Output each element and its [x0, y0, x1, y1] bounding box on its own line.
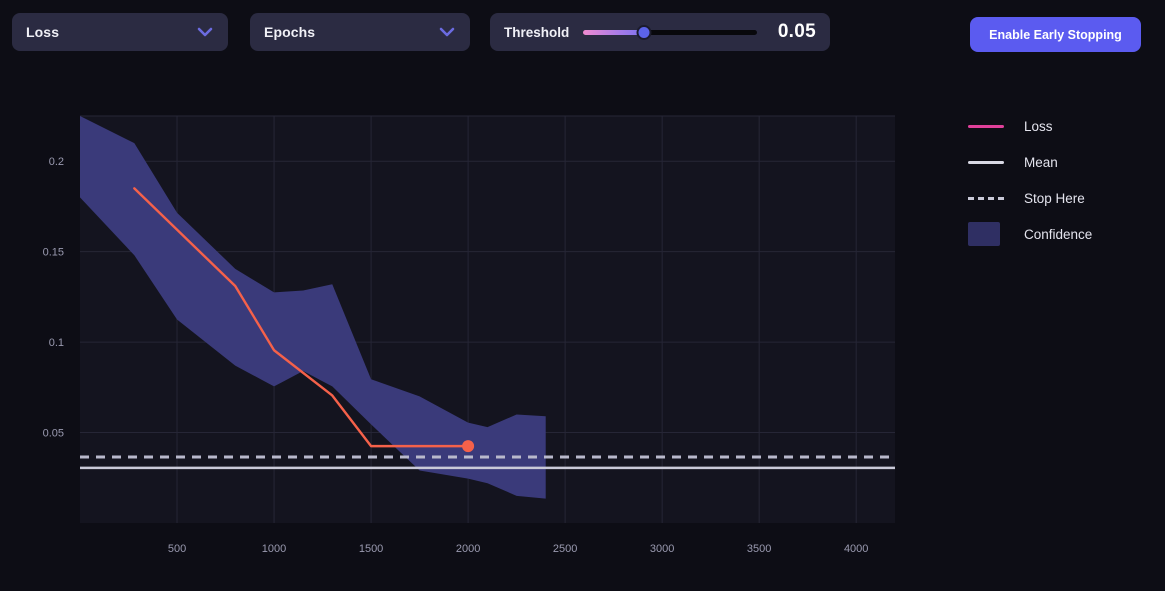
x-axis-tick-label: 3500 — [747, 543, 771, 555]
threshold-panel: Threshold 0.05 — [490, 13, 830, 51]
legend-marker — [968, 196, 1004, 200]
toolbar: Loss Epochs Threshold 0.05 Enable Early … — [0, 0, 1165, 68]
chart: 0.05 0.1 0.15 0.2 500 1000 1500 2000 2500 3000 350… — [0, 68, 940, 591]
legend-item-loss[interactable]: Loss — [968, 108, 1158, 144]
legend-item-confidence[interactable]: Confidence — [968, 216, 1158, 252]
slider-fill — [583, 29, 645, 35]
legend-marker — [968, 160, 1004, 164]
y-axis-tick-label: 0.15 — [43, 247, 64, 259]
xaxis-dropdown-value: Epochs — [264, 24, 316, 40]
legend-item-label: Stop Here — [1024, 190, 1085, 206]
chevron-down-icon — [192, 27, 218, 37]
legend-line-icon — [968, 116, 1004, 136]
legend-swatch-icon — [968, 222, 1004, 246]
legend-item-stop-here[interactable]: Stop Here — [968, 180, 1158, 216]
legend-dashed-line-icon — [968, 188, 1004, 208]
x-axis-tick-label: 4000 — [844, 543, 868, 555]
chart-canvas: 0.05 0.1 0.15 0.2 500 1000 1500 2000 2500 3000 350… — [43, 115, 895, 555]
legend-marker — [968, 124, 1004, 128]
legend-item-label: Loss — [1024, 118, 1053, 134]
chart-legend: Loss Mean Stop Here Confidence — [968, 108, 1158, 252]
enable-early-stopping-button[interactable]: Enable Early Stopping — [970, 17, 1141, 52]
metric-dropdown-value: Loss — [26, 24, 60, 40]
slider-thumb[interactable] — [636, 24, 652, 40]
x-axis-tick-label: 2000 — [456, 543, 480, 555]
legend-item-label: Mean — [1024, 154, 1058, 170]
threshold-value: 0.05 — [777, 21, 816, 42]
legend-line-icon — [968, 152, 1004, 172]
legend-item-label: Confidence — [1024, 226, 1093, 242]
y-axis-tick-label: 0.2 — [49, 156, 64, 168]
x-axis-tick-label: 1000 — [262, 543, 286, 555]
x-axis-tick-label: 500 — [168, 543, 186, 555]
xaxis-dropdown[interactable]: Epochs — [250, 13, 470, 51]
threshold-slider[interactable] — [583, 24, 758, 40]
y-axis-tick-label: 0.05 — [43, 428, 64, 440]
legend-marker — [968, 222, 1000, 246]
threshold-label: Threshold — [504, 24, 570, 40]
x-axis-tick-label: 1500 — [359, 543, 383, 555]
x-axis-tick-label: 2500 — [553, 543, 577, 555]
metric-dropdown[interactable]: Loss — [12, 13, 228, 51]
legend-item-mean[interactable]: Mean — [968, 144, 1158, 180]
y-axis-tick-label: 0.1 — [49, 337, 64, 349]
x-axis-tick-label: 3000 — [650, 543, 674, 555]
chevron-down-icon — [434, 27, 460, 37]
loss-end-marker[interactable] — [462, 440, 475, 453]
